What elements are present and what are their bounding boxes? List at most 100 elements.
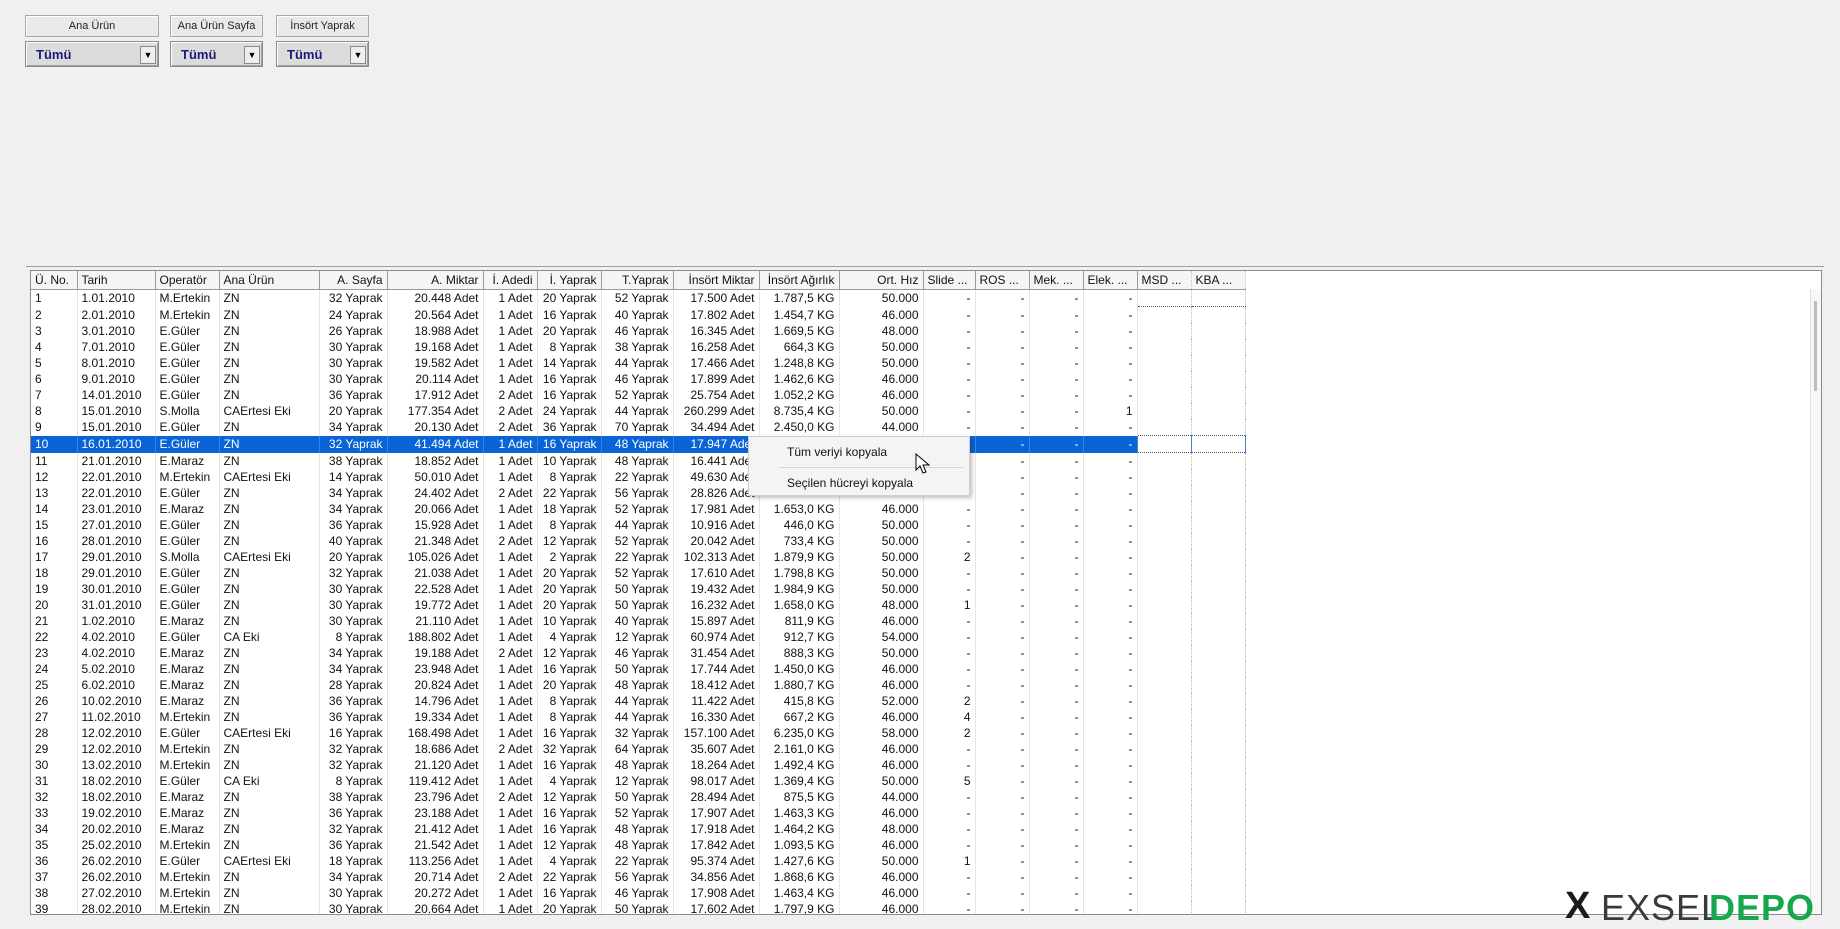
table-cell[interactable]: 32 Yaprak [319,821,388,837]
table-cell[interactable]: - [1083,677,1138,693]
table-cell[interactable] [1137,693,1192,709]
table-cell[interactable]: 1 [923,853,976,869]
table-cell[interactable]: 44 Yaprak [601,355,674,371]
table-cell[interactable]: E.Güler [155,517,220,533]
table-row[interactable]: 19 30.01.2010 E.Güler ZN 30 Yaprak 22.528 Ade… [31,581,1246,597]
table-cell[interactable]: - [923,387,976,403]
menu-item-copy-all[interactable]: Tüm veriyi kopyala [749,440,969,464]
table-cell[interactable]: - [975,501,1030,517]
table-cell[interactable]: 32 Yaprak [601,725,674,741]
table-cell[interactable]: ZN [219,323,320,339]
table-cell[interactable]: 46 Yaprak [601,645,674,661]
table-cell[interactable]: 95.374 Adet [673,853,760,869]
table-cell[interactable]: 1 Adet [483,565,538,581]
table-cell[interactable]: 40 Yaprak [601,306,674,323]
table-cell[interactable]: - [1029,355,1084,371]
table-cell[interactable] [1137,613,1192,629]
table-cell[interactable]: E.Güler [155,371,220,387]
table-cell[interactable]: 8 Yaprak [537,693,602,709]
table-cell[interactable]: 24.402 Adet [387,485,484,501]
table-cell[interactable]: - [1029,565,1084,581]
table-cell[interactable]: 1.454,7 KG [759,306,840,323]
insort-yaprak-combo[interactable]: Tümü ▼ [276,41,369,67]
table-cell[interactable] [1191,469,1246,485]
table-cell[interactable]: 12 Yaprak [537,645,602,661]
table-cell[interactable]: 17.842 Adet [673,837,760,853]
ana-urun-sayfa-combo[interactable]: Tümü ▼ [170,41,263,67]
table-cell[interactable]: 52.000 [839,693,924,709]
table-cell[interactable]: - [975,485,1030,501]
table-cell[interactable]: CA Eki [219,629,320,645]
table-cell[interactable]: 64 Yaprak [601,741,674,757]
table-cell[interactable]: 50.000 [839,645,924,661]
ana-urun-combo[interactable]: Tümü ▼ [25,41,159,67]
table-cell[interactable]: - [1083,323,1138,339]
table-cell[interactable]: 1.984,9 KG [759,581,840,597]
table-cell[interactable]: 26 [31,693,78,709]
table-cell[interactable] [1191,371,1246,387]
table-cell[interactable]: 17.466 Adet [673,355,760,371]
table-cell[interactable]: - [975,709,1030,725]
table-cell[interactable]: 28.494 Adet [673,789,760,805]
table-row[interactable]: 36 26.02.2010 E.Güler CAErtesi Eki 18 Yaprak… [31,853,1246,869]
table-cell[interactable]: 36 Yaprak [319,693,388,709]
table-cell[interactable] [1137,773,1192,789]
table-cell[interactable] [1137,821,1192,837]
table-cell[interactable]: 17.899 Adet [673,371,760,387]
table-cell[interactable]: ZN [219,501,320,517]
table-cell[interactable]: 1.463,4 KG [759,885,840,901]
table-cell[interactable]: 1 Adet [483,355,538,371]
table-cell[interactable]: - [1083,549,1138,565]
table-cell[interactable]: 50.000 [839,581,924,597]
table-cell[interactable]: 119.412 Adet [387,773,484,789]
table-cell[interactable]: 17.912 Adet [387,387,484,403]
table-cell[interactable]: - [1029,869,1084,885]
table-cell[interactable]: - [975,419,1030,436]
table-row[interactable]: 35 25.02.2010 M.Ertekin ZN 36 Yaprak 21.542 A… [31,837,1246,853]
menu-item-copy-selected-cell[interactable]: Seçilen hücreyi kopyala [749,471,969,495]
table-cell[interactable]: 30 Yaprak [319,371,388,387]
table-cell[interactable]: 19.168 Adet [387,339,484,355]
table-cell[interactable]: - [1029,773,1084,789]
table-cell[interactable]: - [1029,645,1084,661]
table-cell[interactable]: 1 Adet [483,581,538,597]
table-cell[interactable]: 19.582 Adet [387,355,484,371]
column-header[interactable]: Ort. Hız [839,271,924,290]
table-cell[interactable]: - [975,693,1030,709]
table-cell[interactable]: 17.610 Adet [673,565,760,581]
table-cell[interactable]: 20.066 Adet [387,501,484,517]
table-cell[interactable]: 8 Yaprak [319,773,388,789]
table-cell[interactable]: - [1029,725,1084,741]
table-cell[interactable]: 1 Adet [483,709,538,725]
table-cell[interactable]: 1.880,7 KG [759,677,840,693]
table-cell[interactable]: E.Güler [155,565,220,581]
table-cell[interactable]: 18 Yaprak [537,501,602,517]
table-cell[interactable]: 11 [31,452,78,469]
table-cell[interactable] [1191,789,1246,805]
table-cell[interactable]: 38 [31,885,78,901]
table-cell[interactable]: 2 Adet [483,403,538,419]
table-cell[interactable]: 1.653,0 KG [759,501,840,517]
column-header[interactable]: Operatör [155,271,220,290]
table-cell[interactable]: 20.114 Adet [387,371,484,387]
table-cell[interactable]: 30 Yaprak [319,339,388,355]
table-cell[interactable] [1191,452,1246,469]
table-cell[interactable]: 1 Adet [483,661,538,677]
table-cell[interactable]: 34 [31,821,78,837]
table-cell[interactable]: 31.01.2010 [77,597,156,613]
table-cell[interactable] [1191,419,1246,436]
table-cell[interactable]: 1 Adet [483,757,538,773]
table-cell[interactable]: 50 Yaprak [601,901,674,914]
table-row[interactable]: 10 16.01.2010 E.Güler ZN 32 Yaprak 41.494 Ade… [31,435,1246,453]
table-cell[interactable]: ZN [219,485,320,501]
table-cell[interactable]: ZN [219,597,320,613]
table-cell[interactable]: 50.000 [839,853,924,869]
table-cell[interactable]: - [1029,741,1084,757]
table-cell[interactable]: - [1029,805,1084,821]
table-cell[interactable] [1137,323,1192,339]
table-cell[interactable]: 23.188 Adet [387,805,484,821]
table-cell[interactable] [1191,403,1246,419]
table-cell[interactable]: 6 [31,371,78,387]
table-cell[interactable]: - [975,549,1030,565]
table-cell[interactable]: 2 Adet [483,533,538,549]
